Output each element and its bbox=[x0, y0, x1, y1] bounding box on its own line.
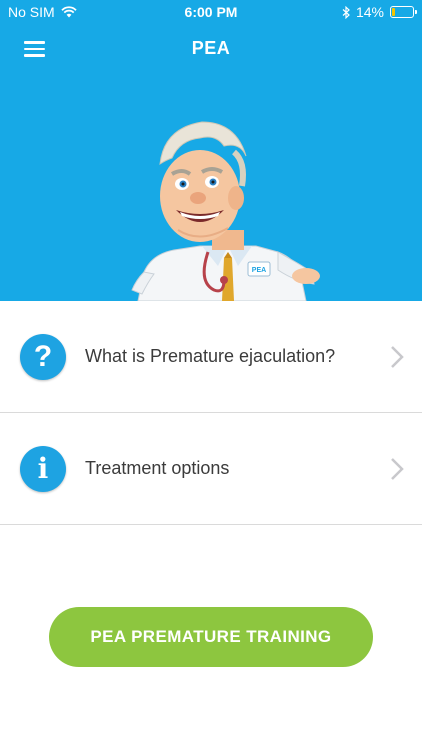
nav-bar: PEA bbox=[0, 24, 422, 74]
question-icon: ? bbox=[20, 334, 66, 380]
page-title: PEA bbox=[191, 38, 231, 58]
battery-level bbox=[392, 8, 395, 16]
hero-banner: No SIM 6:00 PM 14% PEA PEA bbox=[0, 0, 422, 301]
info-icon: i bbox=[20, 446, 66, 492]
menu-item-label: Treatment options bbox=[85, 458, 230, 478]
menu-list: ? What is Premature ejaculation? i Treat… bbox=[0, 301, 422, 525]
menu-item-what-is-pe[interactable]: ? What is Premature ejaculation? bbox=[0, 301, 422, 413]
chevron-right-icon bbox=[391, 458, 404, 480]
battery-icon bbox=[390, 6, 417, 18]
menu-item-treatment-options[interactable]: i Treatment options bbox=[0, 413, 422, 525]
badge-text: PEA bbox=[252, 267, 266, 274]
doctor-mascot-illustration: PEA bbox=[131, 121, 320, 301]
battery-percent: 14% bbox=[355, 4, 384, 20]
premature-training-button[interactable]: PEA PREMATURE TRAINING bbox=[49, 607, 373, 667]
status-bar: No SIM 6:00 PM 14% bbox=[0, 0, 422, 24]
bluetooth-icon bbox=[342, 5, 350, 19]
menu-item-label: What is Premature ejaculation? bbox=[85, 346, 336, 366]
chevron-right-icon bbox=[391, 346, 404, 368]
